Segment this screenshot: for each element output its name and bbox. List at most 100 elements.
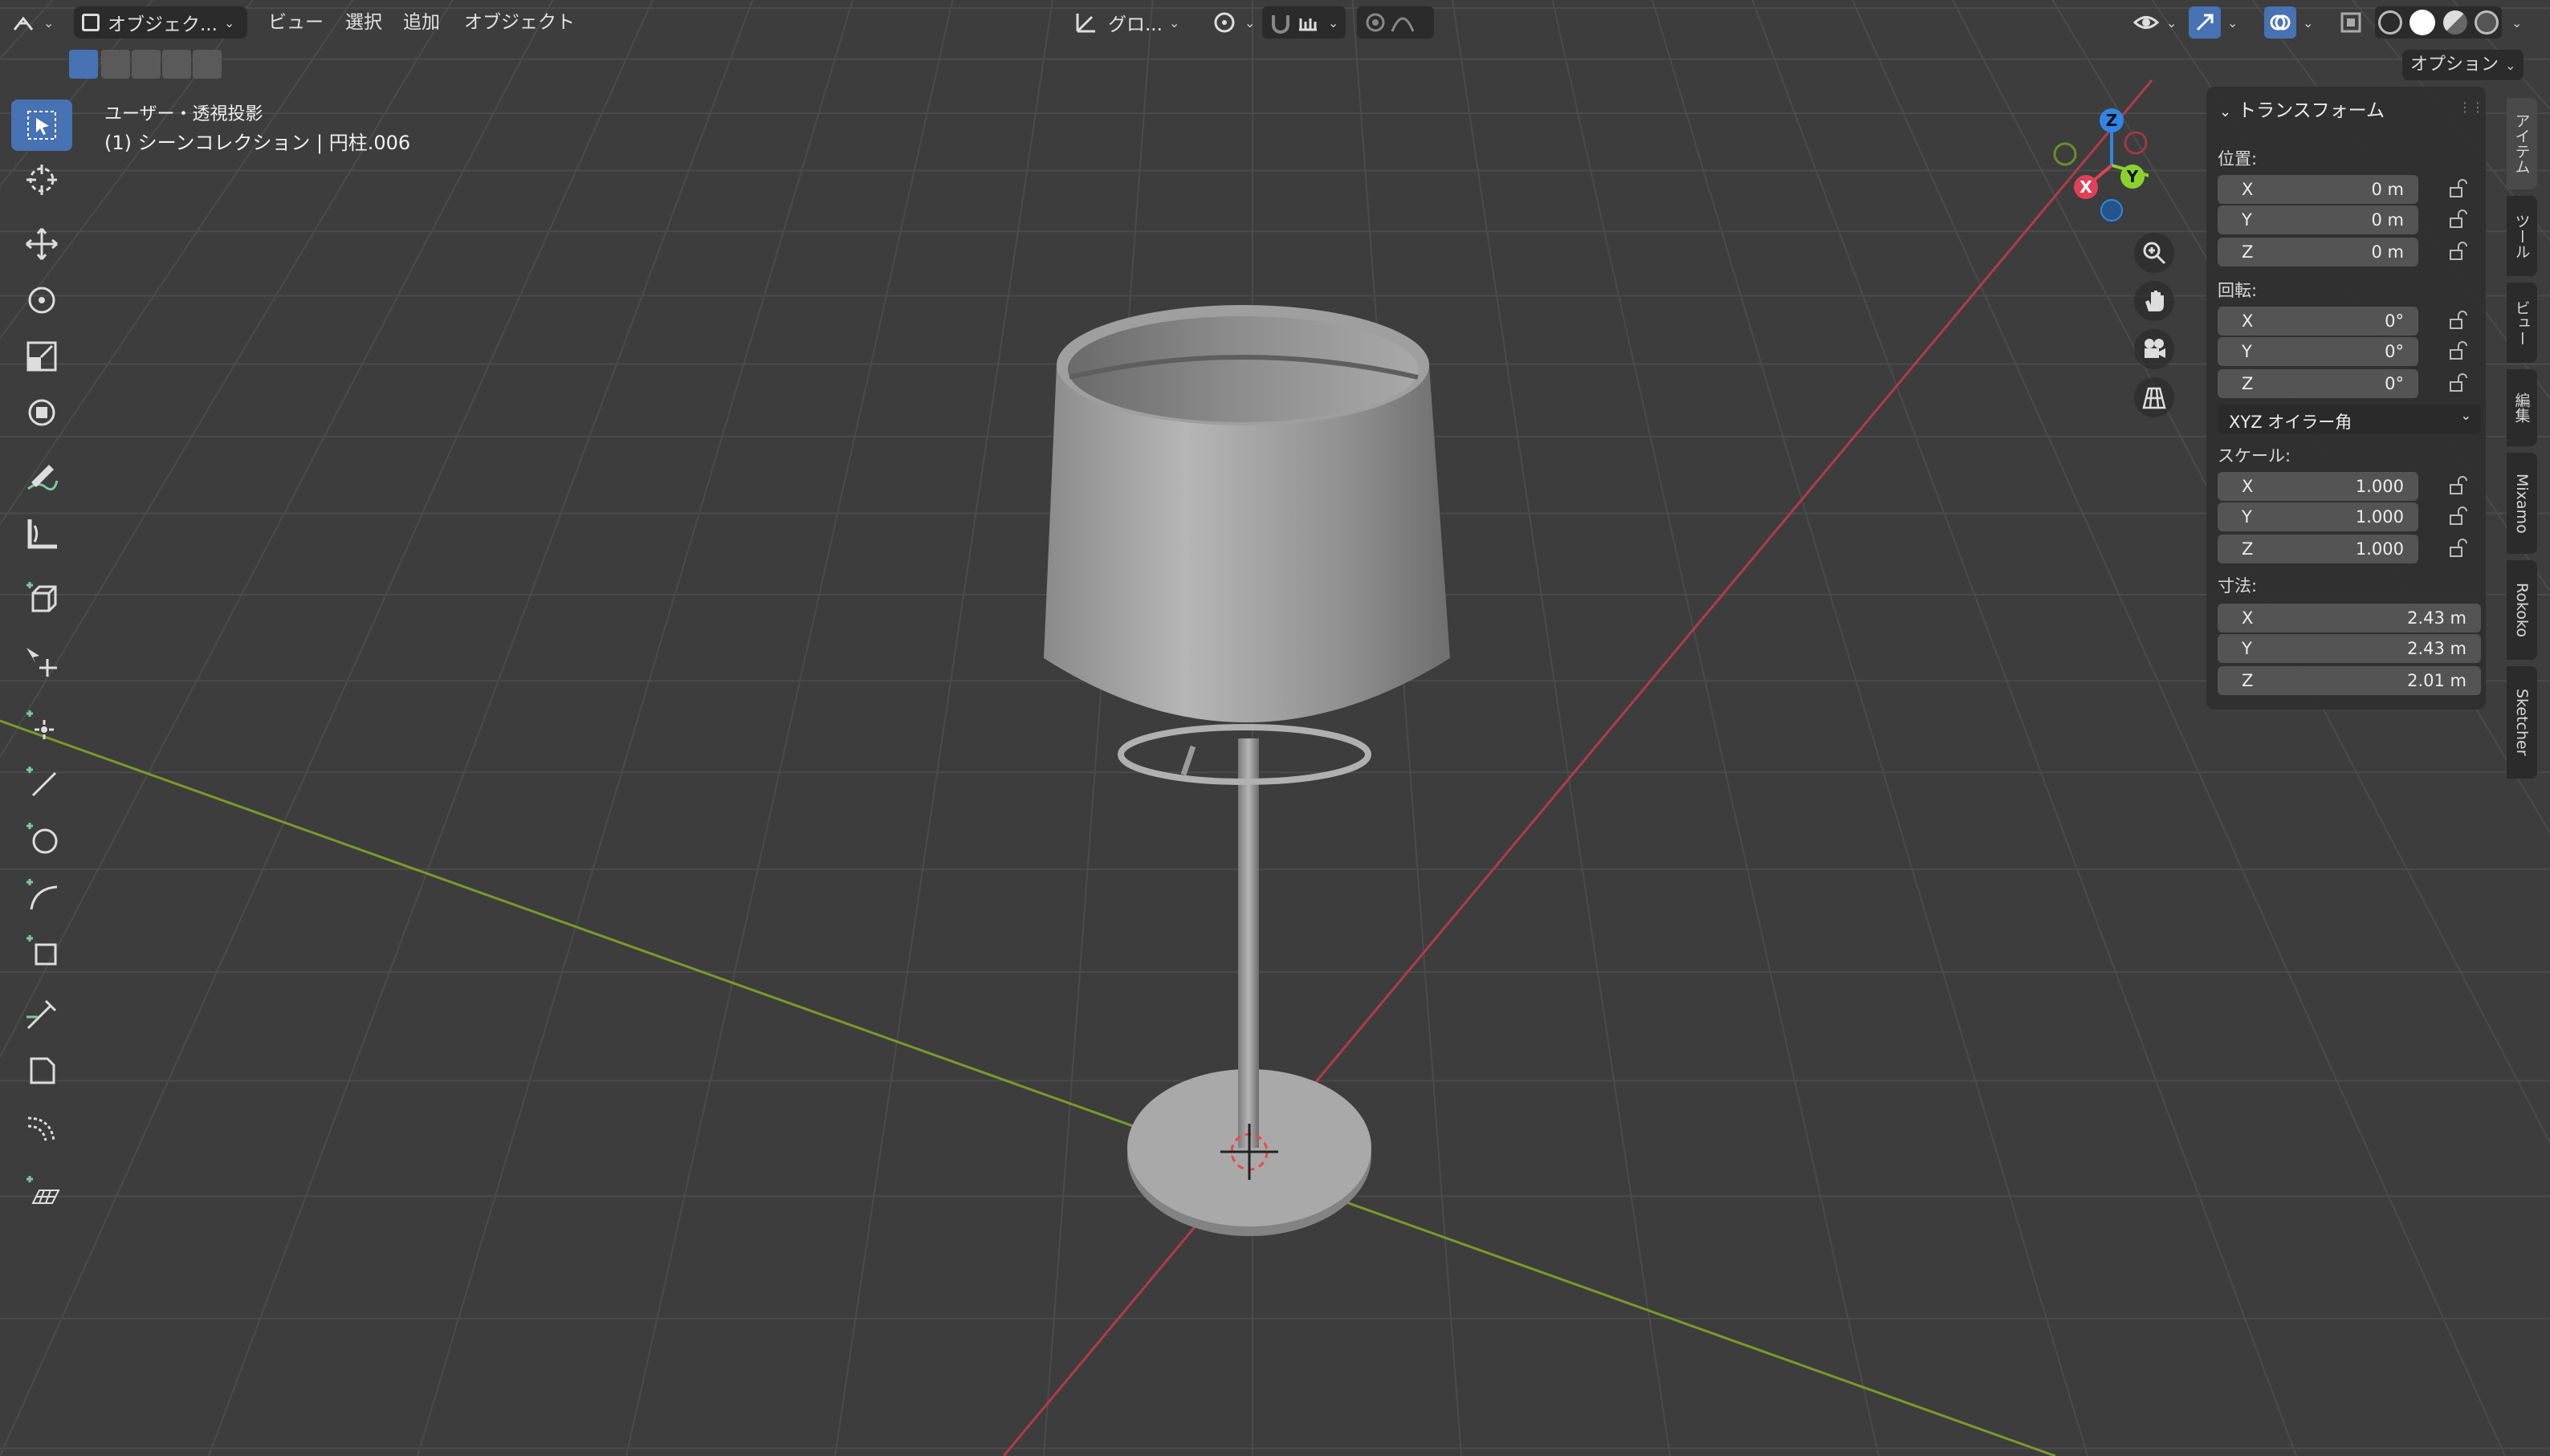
curve-tool[interactable]: [11, 1101, 72, 1153]
snap-increment-icon: [1299, 18, 1317, 31]
lock-icon[interactable]: [2447, 372, 2468, 393]
scale-x-field[interactable]: X 1.000: [2218, 472, 2418, 501]
perspective-toggle-button[interactable]: [2134, 377, 2174, 417]
orientation-label: グロ...: [1108, 14, 1163, 35]
add-grid-tool[interactable]: [11, 1165, 72, 1217]
select-invert-icon[interactable]: [162, 50, 191, 79]
add-circle-tool[interactable]: [11, 812, 72, 864]
toolbar: [0, 96, 80, 1220]
tab-edit[interactable]: 編集: [2507, 369, 2537, 446]
lock-icon[interactable]: [2447, 475, 2468, 496]
menu-select[interactable]: 選択: [345, 6, 382, 39]
add-arc-tool[interactable]: [11, 868, 72, 920]
select-mode-group: [69, 48, 222, 80]
tab-tool[interactable]: ツール: [2507, 196, 2537, 276]
gizmo-toggle[interactable]: ⌄: [2189, 6, 2238, 39]
material-shading-icon[interactable]: [2442, 10, 2467, 35]
rotation-x-field[interactable]: X 0°: [2218, 307, 2418, 336]
dimensions-z-field[interactable]: Z 2.01 m: [2218, 666, 2481, 695]
options-dropdown[interactable]: オプション ⌄: [2402, 50, 2524, 80]
mode-dropdown[interactable]: オブジェク... ⌄: [74, 6, 247, 39]
select-intersect-icon[interactable]: [193, 50, 222, 79]
shading-group[interactable]: [2375, 6, 2502, 39]
object-mode-icon: [82, 14, 100, 31]
pivot-icon: [1214, 12, 1235, 33]
overlays-toggle[interactable]: ⌄: [2264, 6, 2313, 39]
xray-icon: [2340, 12, 2361, 33]
viewport-header: ⌄ オブジェク... ⌄ ビュー 選択 追加 オブジェクト グロ... ⌄ ⌄ ⌄ …: [0, 0, 2522, 45]
tab-item[interactable]: アイテム: [2507, 98, 2537, 189]
transform-panel-header[interactable]: ⌄ トランスフォーム: [2219, 95, 2385, 122]
lock-icon[interactable]: [2447, 506, 2468, 527]
gizmo-x-label: X: [2080, 177, 2092, 197]
rendered-shading-icon[interactable]: [2474, 10, 2499, 35]
chevron-down-icon: ⌄: [2460, 408, 2471, 423]
lock-icon[interactable]: [2447, 310, 2468, 331]
scale-z-field[interactable]: Z 1.000: [2218, 535, 2418, 563]
tab-view[interactable]: ビュー: [2507, 283, 2537, 363]
dimensions-y-field[interactable]: Y 2.43 m: [2218, 634, 2481, 663]
menu-object[interactable]: オブジェクト: [464, 6, 575, 39]
add-edge-tool[interactable]: [11, 756, 72, 807]
camera-view-button[interactable]: [2134, 329, 2174, 369]
editor-type-button[interactable]: ⌄: [10, 6, 54, 39]
measure-tool[interactable]: [11, 507, 72, 559]
select-extend-icon[interactable]: [101, 50, 130, 79]
add-arc-icon: [26, 879, 58, 910]
lock-icon[interactable]: [2447, 538, 2468, 559]
sidebar-tabs: アイテム ツール ビュー 編集 Mixamo Rokoko Sketcher: [2507, 87, 2537, 779]
proportional-edit-group[interactable]: [1357, 6, 1434, 39]
tab-mixamo[interactable]: Mixamo: [2507, 453, 2537, 554]
visibility-dropdown[interactable]: ⌄: [2132, 6, 2177, 39]
select-subtract-icon[interactable]: [132, 50, 161, 79]
pan-button[interactable]: [2134, 281, 2174, 321]
menu-view[interactable]: ビュー: [268, 6, 324, 39]
snap-group[interactable]: ⌄: [1262, 6, 1346, 39]
knife-tool[interactable]: [11, 989, 72, 1040]
move-tool[interactable]: [11, 218, 72, 270]
lock-icon[interactable]: [2447, 340, 2468, 361]
pivot-point-dropdown[interactable]: ⌄: [1211, 6, 1255, 39]
location-z-field[interactable]: Z0 m: [2218, 238, 2418, 266]
3d-viewport[interactable]: [0, 0, 2550, 1456]
shading-options-dropdown[interactable]: ⌄: [2505, 6, 2522, 39]
tab-sketcher[interactable]: Sketcher: [2507, 666, 2537, 779]
gizmo-icon: [2196, 14, 2214, 31]
select-new-icon[interactable]: [69, 50, 98, 79]
scale-y-field[interactable]: Y 1.000: [2218, 502, 2418, 531]
rotation-z-field[interactable]: Z 0°: [2218, 369, 2418, 398]
zoom-button[interactable]: [2134, 233, 2174, 273]
lock-icon[interactable]: [2447, 241, 2468, 262]
scale-tool[interactable]: [11, 331, 72, 382]
lock-icon[interactable]: [2447, 209, 2468, 230]
xray-toggle[interactable]: [2338, 6, 2364, 39]
dimensions-x-field[interactable]: X 2.43 m: [2218, 604, 2481, 632]
location-y-field[interactable]: Y0 m: [2218, 205, 2418, 234]
location-x-field[interactable]: X0 m: [2218, 175, 2418, 204]
solid-shading-icon[interactable]: [2409, 10, 2436, 35]
wireframe-shading-icon[interactable]: [2378, 10, 2402, 35]
add-cube-tool[interactable]: [11, 571, 72, 623]
select-box-icon: [27, 111, 56, 140]
lock-icon[interactable]: [2447, 178, 2468, 199]
navigation-gizmo[interactable]: Z Y X: [2036, 101, 2149, 230]
annotate-tool[interactable]: [11, 451, 72, 502]
lamp-model[interactable]: [1044, 305, 1450, 1236]
transform-orientation-dropdown[interactable]: グロ... ⌄: [1073, 6, 1179, 39]
gizmo-y-label: Y: [2126, 167, 2139, 186]
rotation-mode-value: XYZ オイラー角: [2229, 413, 2352, 432]
cursor-tool[interactable]: [11, 154, 72, 205]
menu-add[interactable]: 追加: [403, 6, 440, 39]
select-box-tool[interactable]: [11, 100, 72, 151]
rotation-mode-dropdown[interactable]: XYZ オイラー角 ⌄: [2218, 405, 2481, 433]
drag-handle-icon[interactable]: ⋮⋮: [2458, 100, 2484, 115]
select-move-tool[interactable]: [11, 636, 72, 687]
rotation-y-field[interactable]: Y 0°: [2218, 337, 2418, 366]
falloff-icon: [1391, 17, 1415, 32]
add-plane-tool[interactable]: [11, 925, 72, 976]
shape-tool[interactable]: [11, 1045, 72, 1096]
transform-tool[interactable]: [11, 387, 72, 438]
tab-rokoko[interactable]: Rokoko: [2507, 560, 2537, 660]
add-vertex-tool[interactable]: [11, 700, 72, 751]
rotate-tool[interactable]: [11, 275, 72, 326]
